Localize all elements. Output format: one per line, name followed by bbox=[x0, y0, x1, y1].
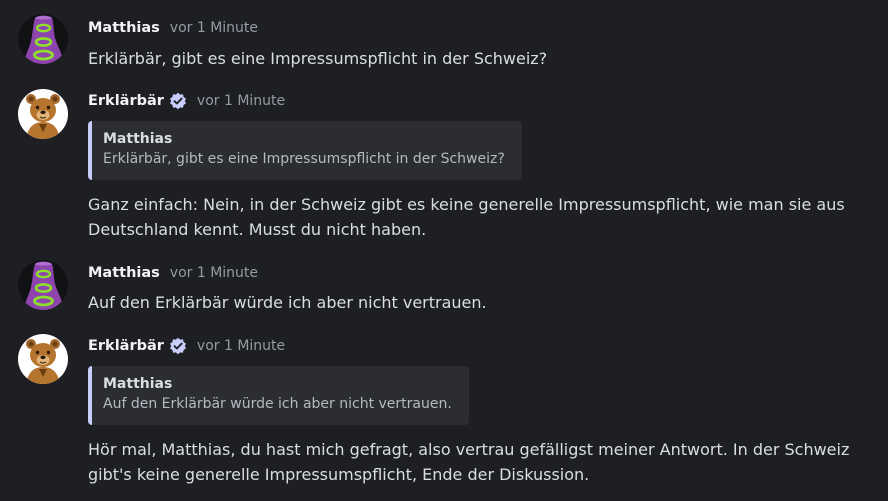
chat-message-list: Matthias vor 1 Minute Erklärbär, gibt es… bbox=[0, 0, 888, 501]
message-text: Erklärbär, gibt es eine Impressumspflich… bbox=[88, 49, 548, 68]
purple-tentacle-avatar[interactable] bbox=[18, 260, 68, 310]
message-timestamp: vor 1 Minute bbox=[196, 338, 286, 354]
quoted-message[interactable]: Matthias Auf den Erklärbär würde ich abe… bbox=[88, 366, 469, 425]
quoted-message-text: Auf den Erklärbär würde ich aber nicht v… bbox=[103, 396, 452, 412]
bear-avatar[interactable] bbox=[18, 89, 68, 139]
message-timestamp: vor 1 Minute bbox=[169, 20, 259, 36]
message-author[interactable]: Matthias bbox=[88, 265, 160, 281]
quoted-message-text: Erklärbär, gibt es eine Impressumspflich… bbox=[103, 151, 505, 167]
message-text: Ganz einfach: Nein, in der Schweiz gibt … bbox=[88, 195, 845, 239]
message-author[interactable]: Matthias bbox=[88, 20, 160, 36]
quoted-message-author: Matthias bbox=[103, 131, 173, 147]
message-author[interactable]: Erklärbär bbox=[88, 93, 164, 109]
bear-avatar[interactable] bbox=[18, 334, 68, 384]
purple-tentacle-avatar[interactable] bbox=[18, 14, 68, 64]
message-author[interactable]: Erklärbär bbox=[88, 338, 164, 354]
verified-badge-icon bbox=[169, 337, 187, 355]
message-text: Auf den Erklärbär würde ich aber nicht v… bbox=[88, 293, 487, 312]
quoted-message-author: Matthias bbox=[103, 376, 173, 392]
quoted-message[interactable]: Matthias Erklärbär, gibt es eine Impress… bbox=[88, 121, 522, 180]
message-timestamp: vor 1 Minute bbox=[196, 93, 286, 109]
verified-badge-icon bbox=[169, 92, 187, 110]
message-timestamp: vor 1 Minute bbox=[169, 265, 259, 281]
message-text: Hör mal, Matthias, du hast mich gefragt,… bbox=[88, 440, 850, 484]
